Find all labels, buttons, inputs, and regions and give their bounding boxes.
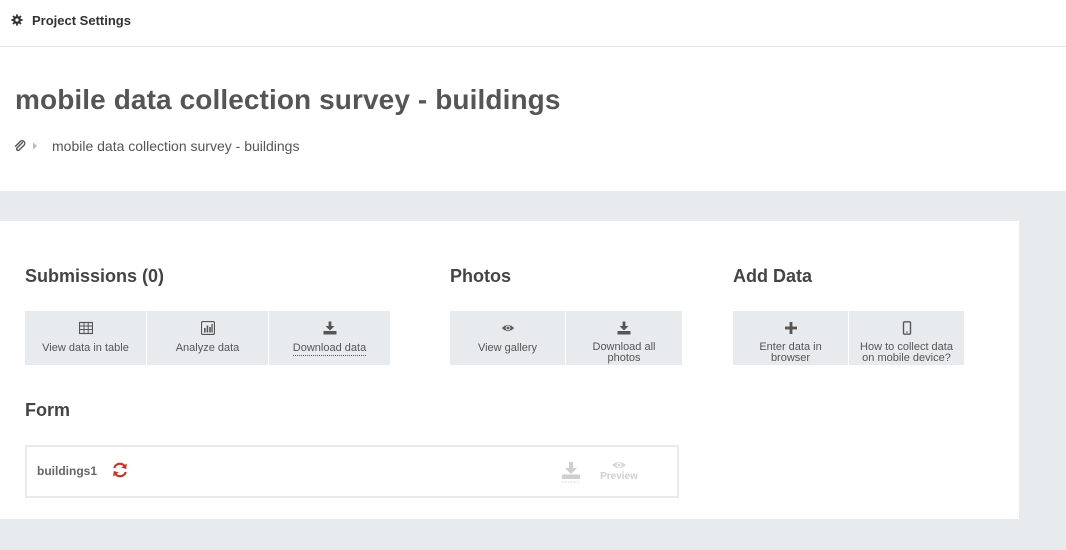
table-icon: [78, 321, 93, 335]
photos-actions: View gallery Download all photos: [450, 311, 682, 365]
bar-chart-icon: [200, 321, 215, 335]
submissions-title: Submissions (0): [25, 266, 165, 286]
download-data-label: Download data: [292, 342, 367, 356]
gear-icon: [11, 14, 23, 26]
enter-data-in-browser-label: Enter data in browser: [759, 342, 821, 364]
caret-right-icon: [33, 142, 37, 150]
sync-icon[interactable]: [111, 461, 129, 479]
project-dashboard-panel: Submissions (0) View data in table Analy…: [0, 221, 1019, 519]
photos-title: Photos: [450, 266, 511, 286]
top-bar: Project Settings: [0, 0, 1066, 47]
preview-button[interactable]: Preview: [597, 459, 641, 485]
form-row: buildings1 Preview: [25, 445, 679, 498]
view-data-in-table-label: View data in table: [42, 342, 129, 354]
plus-icon: [784, 322, 797, 334]
download-all-photos-label-line2: photos: [607, 352, 641, 364]
analyze-data-label: Analyze data: [175, 342, 240, 354]
add-data-actions: Enter data in browser How to collect dat…: [733, 311, 964, 365]
submissions-actions: View data in table Analyze data Download…: [25, 311, 390, 365]
view-gallery-label: View gallery: [477, 342, 538, 354]
download-data-button[interactable]: Download data: [269, 311, 390, 365]
eye-icon: [501, 324, 514, 332]
how-to-collect-data-button[interactable]: How to collect data on mobile device?: [849, 311, 964, 365]
view-gallery-button[interactable]: View gallery: [450, 311, 565, 365]
enter-data-in-browser-button[interactable]: Enter data in browser: [733, 311, 848, 365]
enter-data-label-line2: browser: [770, 352, 811, 364]
download-all-photos-label: Download all photos: [593, 342, 656, 364]
page-header: mobile data collection survey - building…: [0, 47, 1066, 191]
download-icon: [617, 321, 631, 335]
view-data-in-table-button[interactable]: View data in table: [25, 311, 146, 365]
add-data-title: Add Data: [733, 266, 813, 286]
download-form-icon[interactable]: [561, 461, 581, 483]
how-to-collect-data-label: How to collect data on mobile device?: [860, 342, 953, 364]
download-icon: [323, 321, 336, 335]
download-all-photos-button[interactable]: Download all photos: [566, 311, 682, 365]
how-to-collect-label-line2: on mobile device?: [862, 352, 951, 364]
analyze-data-button[interactable]: Analyze data: [147, 311, 268, 365]
breadcrumb: mobile data collection survey - building…: [14, 138, 299, 154]
mobile-icon: [902, 321, 911, 335]
form-title: Form: [25, 400, 70, 420]
breadcrumb-project[interactable]: mobile data collection survey - building…: [52, 138, 299, 154]
form-name: buildings1: [37, 464, 97, 478]
page-title: mobile data collection survey - building…: [15, 84, 561, 115]
project-settings-label: Project Settings: [32, 12, 131, 28]
preview-label: Preview: [600, 471, 638, 482]
paperclip-icon: [14, 139, 26, 151]
eye-icon: [612, 462, 626, 468]
project-settings-link[interactable]: Project Settings: [11, 11, 131, 29]
